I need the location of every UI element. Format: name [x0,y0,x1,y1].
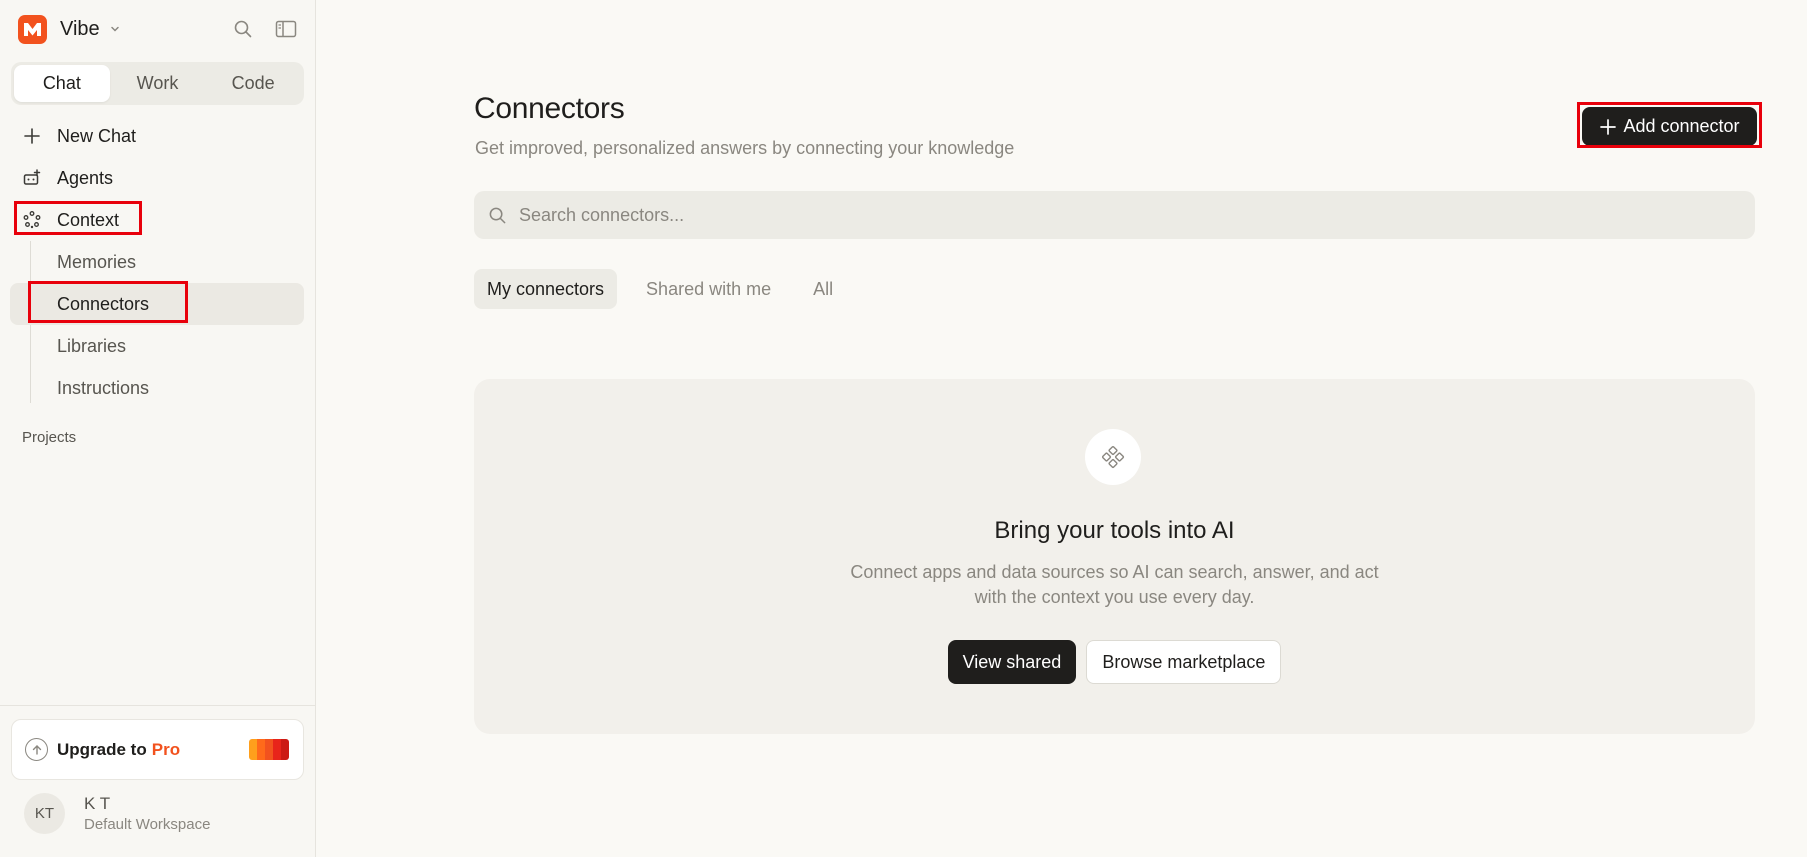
browse-marketplace-button[interactable]: Browse marketplace [1086,640,1282,684]
brand-row: Vibe [0,0,315,58]
tab-shared-with-me[interactable]: Shared with me [633,269,784,309]
empty-state-description: Connect apps and data sources so AI can … [850,562,1379,607]
projects-heading: Projects [22,429,77,446]
sidebar-item-label: Context [57,209,120,230]
tab-all[interactable]: All [800,269,846,309]
arrow-up-icon [25,738,48,761]
sidebar-item-agents[interactable]: Agents [0,157,315,199]
view-shared-button[interactable]: View shared [947,640,1077,684]
user-name: K T [84,794,111,813]
user-account[interactable]: KT K T Default Workspace [0,780,315,834]
main-content: Connectors Get improved, personalized an… [316,0,1807,857]
search-icon [488,206,507,225]
agent-icon [20,168,44,188]
pro-gradient-icon [249,739,289,760]
highlight-box [1577,102,1762,148]
search-icon[interactable] [233,19,253,39]
sidebar-footer: Upgrade to Pro KT K T Default Workspace [0,705,315,857]
empty-state-title: Bring your tools into AI [994,517,1235,544]
sidebar-nav: New Chat Agents Context Memories Connect… [0,115,315,446]
sidebar-item-new-chat[interactable]: New Chat [0,115,315,157]
brand-name[interactable]: Vibe [60,18,100,41]
logo-mark-icon [24,22,41,36]
plus-icon [20,127,44,145]
sidebar-toggle-icon[interactable] [275,20,297,38]
search-bar [474,191,1755,239]
sidebar-item-libraries[interactable]: Libraries [0,325,304,367]
empty-state: Bring your tools into AI Connect apps an… [474,379,1755,734]
connector-diamond-icon [1085,429,1141,485]
sidebar-item-memories[interactable]: Memories [0,241,304,283]
sidebar-item-context[interactable]: Context [0,199,315,241]
mode-switcher: Chat Work Code [11,62,304,105]
upgrade-button[interactable]: Upgrade to Pro [11,719,304,780]
tab-my-connectors[interactable]: My connectors [474,269,618,309]
page-subtitle: Get improved, personalized answers by co… [475,138,1015,158]
brand-logo[interactable] [18,14,47,44]
tab-chat[interactable]: Chat [14,65,110,102]
sidebar-item-connectors[interactable]: Connectors [10,281,304,325]
sidebar-item-label: Agents [57,167,114,188]
sidebar: Vibe Chat Work Code New Chat Agents Cont… [0,0,316,857]
filter-tabs: My connectors Shared with me All [474,269,846,309]
sidebar-item-instructions[interactable]: Instructions [0,367,304,409]
tab-work[interactable]: Work [110,65,206,102]
search-input[interactable] [519,204,1719,226]
upgrade-tier: Pro [151,739,181,759]
page-title: Connectors [474,92,625,125]
tab-code[interactable]: Code [205,65,301,102]
context-submenu: Memories Connectors Libraries Instructio… [0,241,315,409]
upgrade-label: Upgrade to [57,739,147,759]
app-window: Vibe Chat Work Code New Chat Agents Cont… [0,0,1807,857]
context-dots-icon [20,210,44,230]
sidebar-item-label: New Chat [57,125,137,146]
chevron-down-icon[interactable] [109,23,121,35]
avatar: KT [24,793,65,834]
workspace-name: Default Workspace [84,816,211,833]
sidebar-item-label: Connectors [57,293,150,314]
